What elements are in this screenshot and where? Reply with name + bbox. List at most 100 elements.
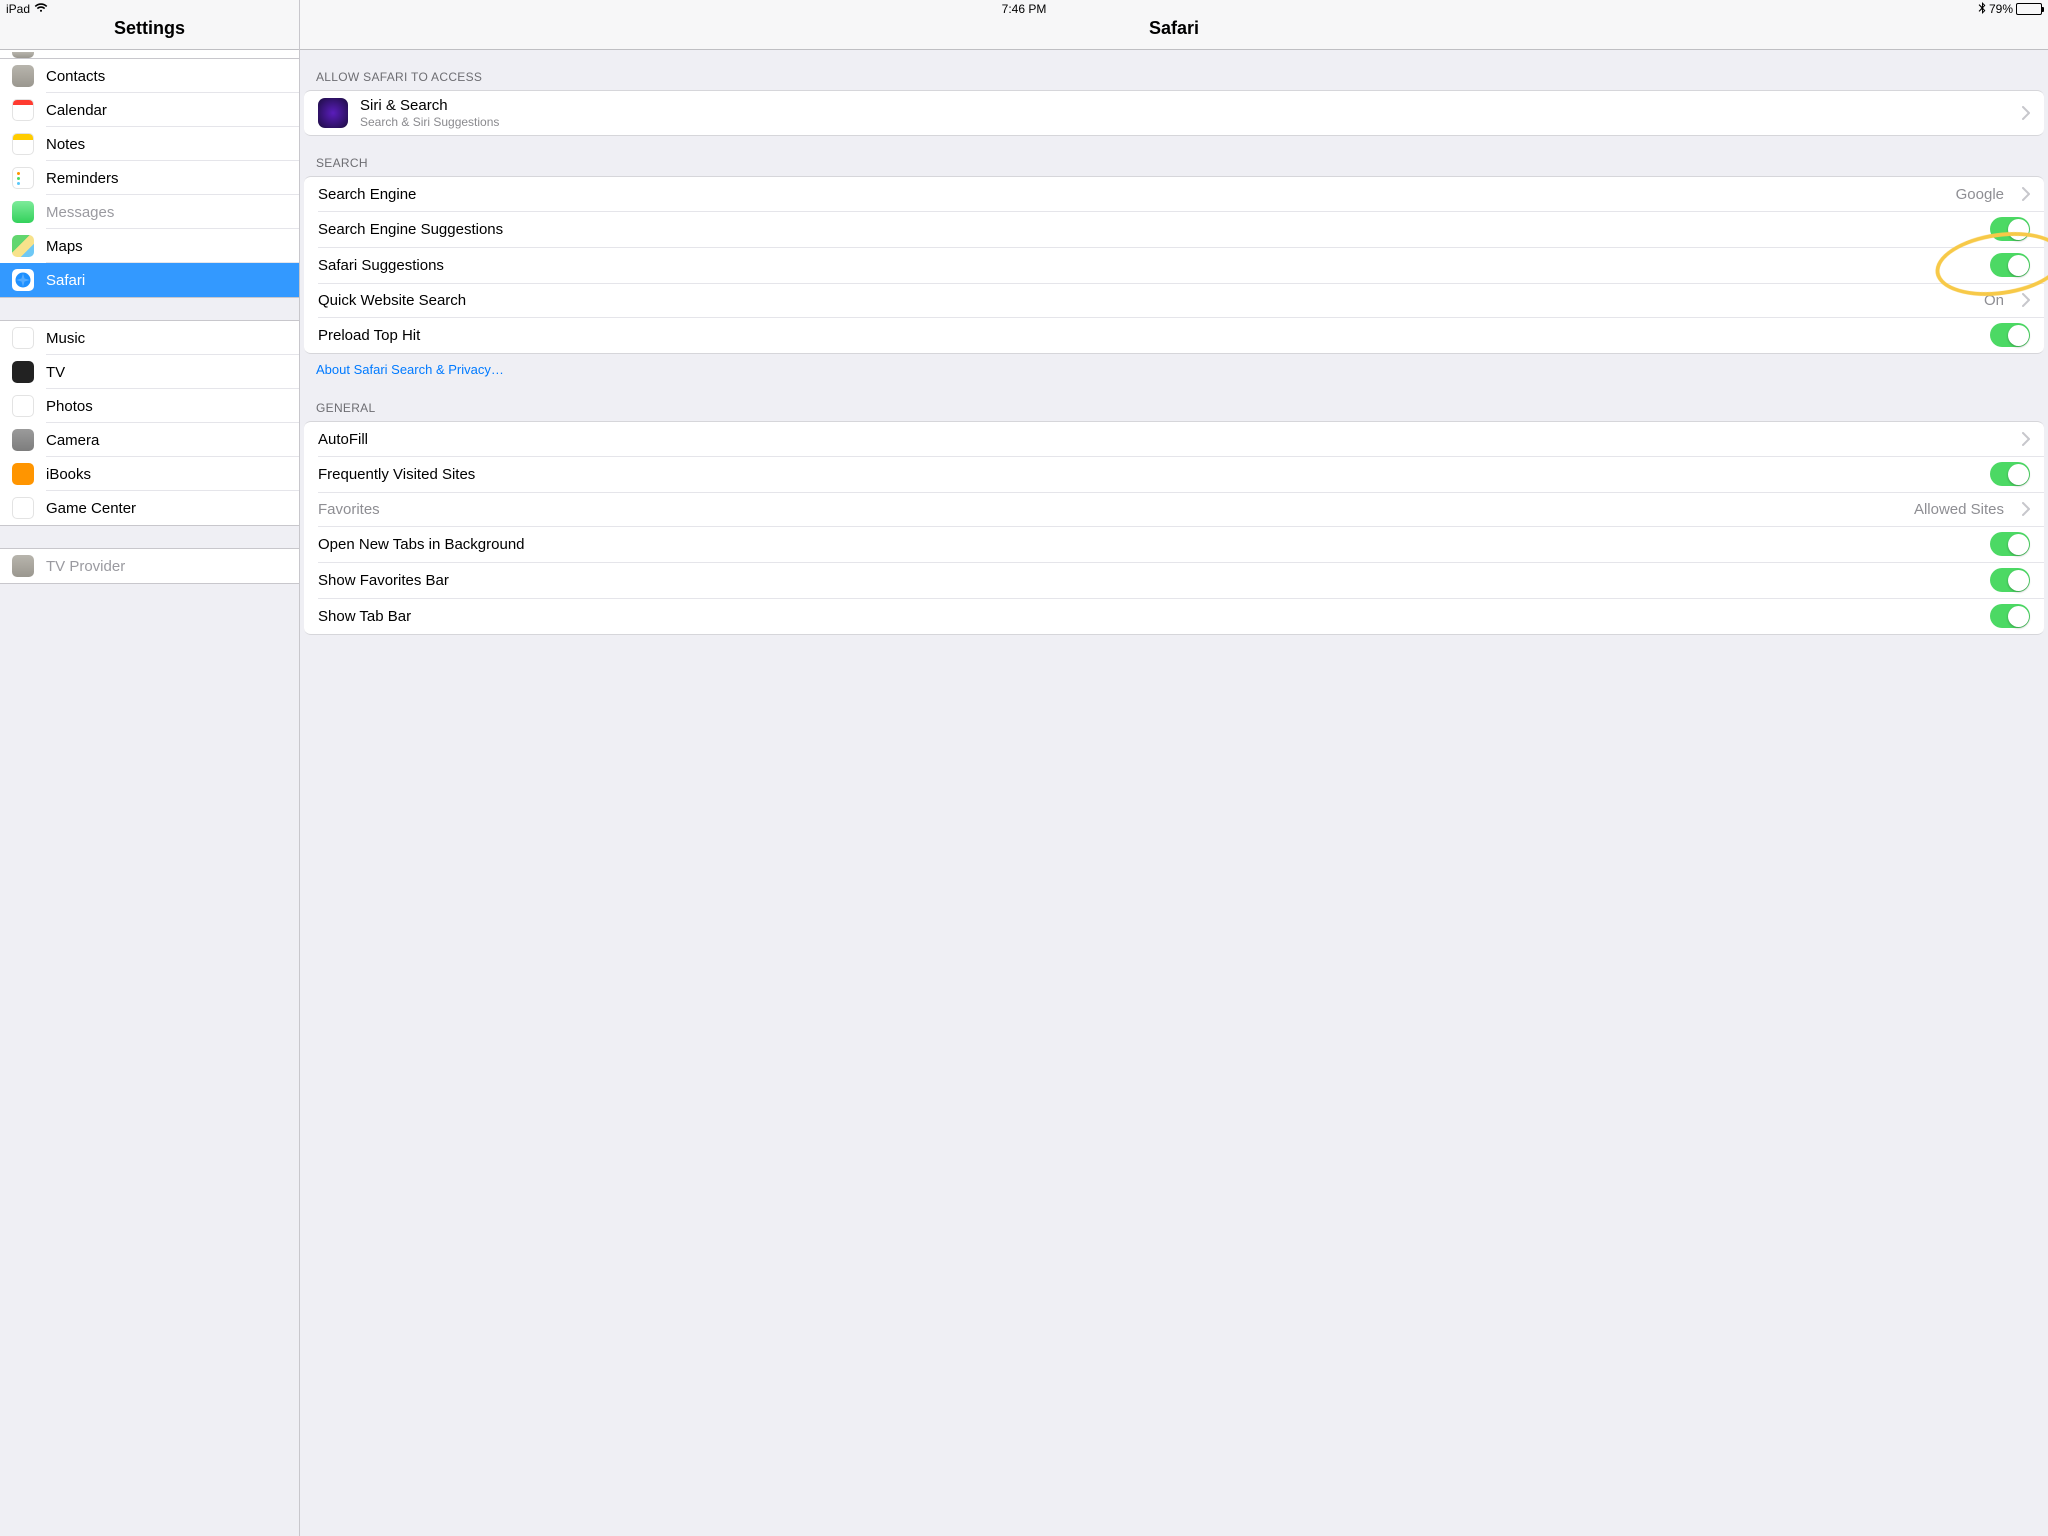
toggle-preload[interactable]: [1990, 323, 2030, 347]
sidebar-item-label: TV Provider: [46, 558, 125, 575]
wifi-icon: [34, 2, 48, 16]
toggle-saf_sugg[interactable]: [1990, 253, 2030, 277]
maps-icon: [12, 235, 34, 257]
sidebar-item-label: Safari: [46, 272, 85, 289]
sidebar-item-music[interactable]: Music: [0, 321, 299, 355]
row-siri[interactable]: Siri & SearchSearch & Siri Suggestions: [304, 91, 2044, 135]
siri-icon: [318, 98, 348, 128]
sidebar-item-notes[interactable]: Notes: [0, 127, 299, 161]
row-eng_sugg: Search Engine Suggestions: [304, 211, 2044, 247]
sidebar-item-tvprovider[interactable]: TV Provider: [0, 549, 299, 583]
row-label: Frequently Visited Sites: [318, 466, 1978, 483]
sidebar-item-label: Contacts: [46, 68, 105, 85]
sidebar-item-reminders[interactable]: Reminders: [0, 161, 299, 195]
safari-icon: [12, 269, 34, 291]
sidebar-item-label: Messages: [46, 204, 114, 221]
row-freq: Frequently Visited Sites: [304, 456, 2044, 492]
contacts-icon: [12, 65, 34, 87]
toggle-favbar[interactable]: [1990, 568, 2030, 592]
sidebar-title: Settings: [114, 18, 185, 39]
sidebar-item-label: Notes: [46, 136, 85, 153]
status-bar: iPad 7:46 PM 79%: [0, 0, 2048, 18]
row-label: Siri & Search: [360, 97, 2010, 114]
sidebar-item-safari[interactable]: Safari: [0, 263, 299, 297]
row-value: Allowed Sites: [1914, 501, 2004, 518]
gamecenter-icon: [12, 497, 34, 519]
row-newtab: Open New Tabs in Background: [304, 526, 2044, 562]
calendar-icon: [12, 99, 34, 121]
detail-scroll[interactable]: ALLOW SAFARI TO ACCESSSiri & SearchSearc…: [300, 50, 2048, 1536]
row-subtitle: Search & Siri Suggestions: [360, 115, 2010, 129]
settings-sidebar: Settings Contacts Calendar Notes Reminders M…: [0, 0, 300, 1536]
row-label: AutoFill: [318, 431, 2010, 448]
sidebar-item-maps[interactable]: Maps: [0, 229, 299, 263]
row-label: Quick Website Search: [318, 292, 1972, 309]
music-icon: [12, 327, 34, 349]
section-header: ALLOW SAFARI TO ACCESS: [300, 50, 2048, 90]
sidebar-item-photos[interactable]: Photos: [0, 389, 299, 423]
clock: 7:46 PM: [1002, 2, 1047, 16]
row-label: Open New Tabs in Background: [318, 536, 1978, 553]
detail-title: Safari: [1149, 18, 1199, 39]
sidebar-item-label: Photos: [46, 398, 93, 415]
row-preload: Preload Top Hit: [304, 317, 2044, 353]
row-autofill[interactable]: AutoFill: [304, 422, 2044, 456]
section-header: GENERAL: [300, 381, 2048, 421]
messages-icon: [12, 201, 34, 223]
row-label: Favorites: [318, 501, 1902, 518]
sidebar-item-tv[interactable]: TV: [0, 355, 299, 389]
sidebar-scroll[interactable]: Contacts Calendar Notes Reminders Messages Ma…: [0, 50, 299, 1536]
row-value: Google: [1956, 186, 2004, 203]
row-engine[interactable]: Search Engine Google: [304, 177, 2044, 211]
row-quick[interactable]: Quick Website Search On: [304, 283, 2044, 317]
tvprovider-icon: [12, 555, 34, 577]
reminders-icon: [12, 167, 34, 189]
row-tabbar: Show Tab Bar: [304, 598, 2044, 634]
toggle-eng_sugg[interactable]: [1990, 217, 2030, 241]
toggle-freq[interactable]: [1990, 462, 2030, 486]
tv-icon: [12, 361, 34, 383]
notes-icon: [12, 133, 34, 155]
sidebar-item-calendar[interactable]: Calendar: [0, 93, 299, 127]
chevron-right-icon: [2022, 293, 2030, 307]
row-label: Search Engine Suggestions: [318, 221, 1978, 238]
ibooks-icon: [12, 463, 34, 485]
sidebar-item-contacts[interactable]: Contacts: [0, 59, 299, 93]
chevron-right-icon: [2022, 106, 2030, 120]
row-favbar: Show Favorites Bar: [304, 562, 2044, 598]
row-label: Safari Suggestions: [318, 257, 1978, 274]
device-label: iPad: [6, 2, 30, 16]
bluetooth-icon: [1978, 2, 1986, 17]
chevron-right-icon: [2022, 432, 2030, 446]
sidebar-item-messages[interactable]: Messages: [0, 195, 299, 229]
sidebar-item-label: Game Center: [46, 500, 136, 517]
section-footer-link[interactable]: About Safari Search & Privacy…: [300, 354, 2048, 381]
sidebar-item-camera[interactable]: Camera: [0, 423, 299, 457]
battery-icon: [2016, 3, 2042, 15]
toggle-tabbar[interactable]: [1990, 604, 2030, 628]
toggle-newtab[interactable]: [1990, 532, 2030, 556]
detail-pane: Safari ALLOW SAFARI TO ACCESSSiri & Sear…: [300, 0, 2048, 1536]
row-saf_sugg: Safari Suggestions: [304, 247, 2044, 283]
sidebar-item-ibooks[interactable]: iBooks: [0, 457, 299, 491]
sidebar-item-gamecenter[interactable]: Game Center: [0, 491, 299, 525]
battery-pct: 79%: [1989, 2, 2013, 16]
camera-icon: [12, 429, 34, 451]
sidebar-item-label: Camera: [46, 432, 99, 449]
row-value: On: [1984, 292, 2004, 309]
sidebar-item-label: iBooks: [46, 466, 91, 483]
sidebar-item-label: Calendar: [46, 102, 107, 119]
row-label: Search Engine: [318, 186, 1944, 203]
row-label: Show Tab Bar: [318, 608, 1978, 625]
photos-icon: [12, 395, 34, 417]
chevron-right-icon: [2022, 502, 2030, 516]
row-fav[interactable]: Favorites Allowed Sites: [304, 492, 2044, 526]
chevron-right-icon: [2022, 187, 2030, 201]
sidebar-item-label: Maps: [46, 238, 83, 255]
row-label: Show Favorites Bar: [318, 572, 1978, 589]
sidebar-item-label: Music: [46, 330, 85, 347]
sidebar-item-label: Reminders: [46, 170, 119, 187]
sidebar-item-label: TV: [46, 364, 65, 381]
section-header: SEARCH: [300, 136, 2048, 176]
row-label: Preload Top Hit: [318, 327, 1978, 344]
